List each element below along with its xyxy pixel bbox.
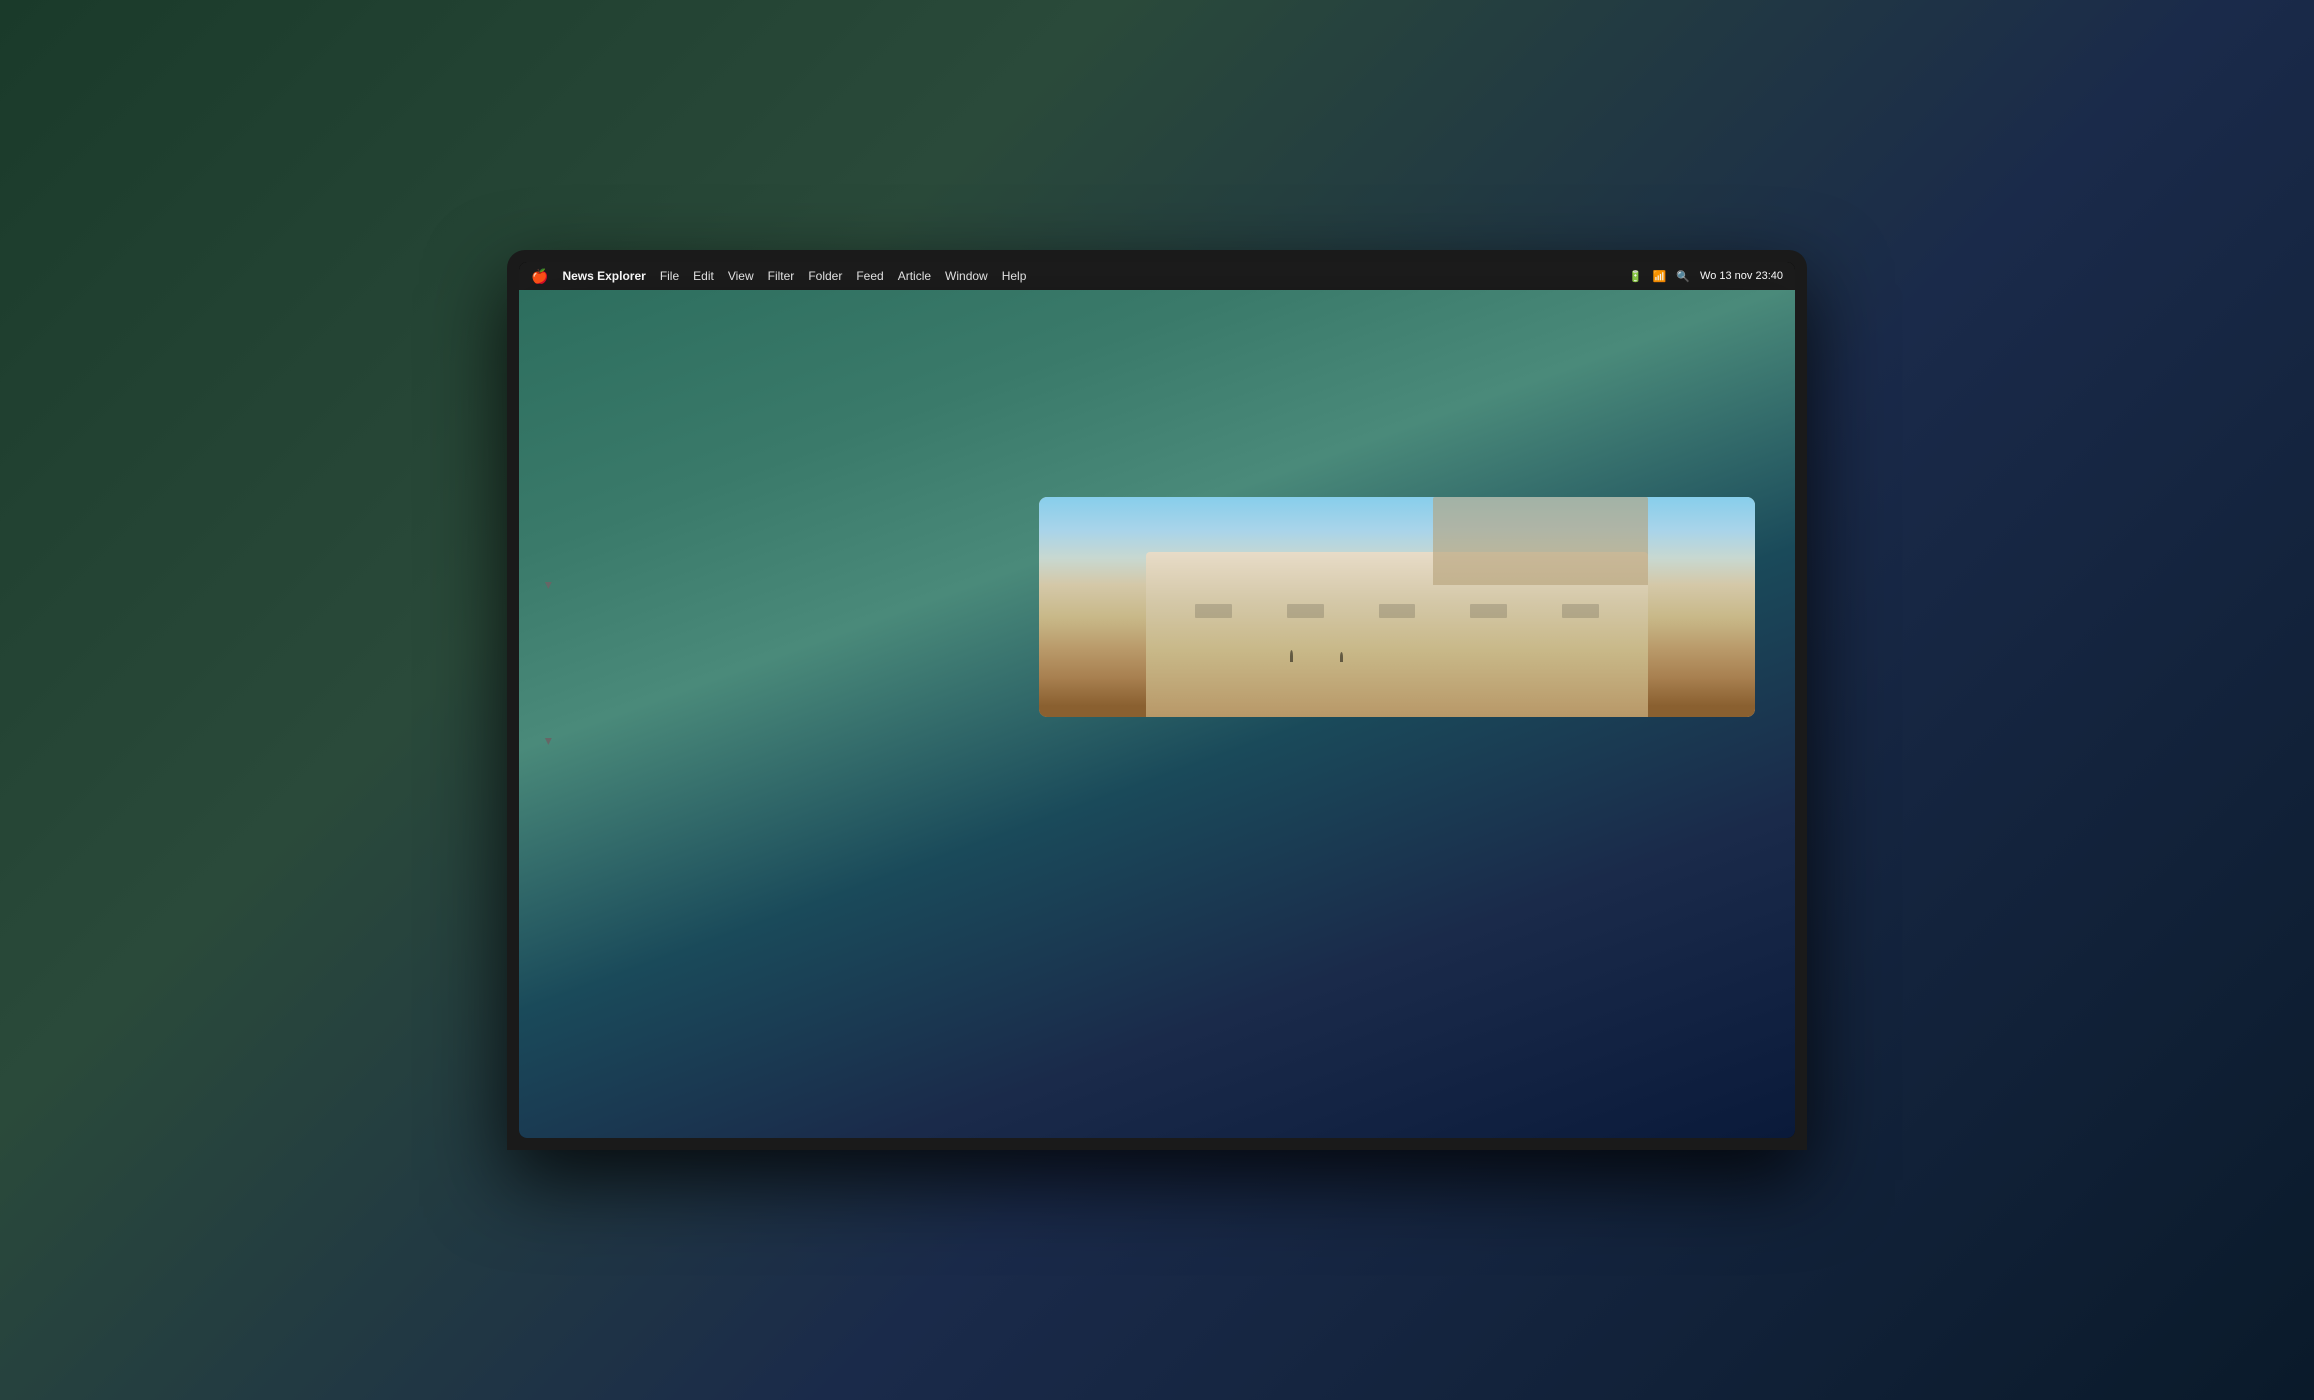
menubar-app-name[interactable]: News Explorer [562,269,645,283]
menubar-left: 🍎 News Explorer File Edit View Filter Fo… [531,268,1026,285]
menubar-feed[interactable]: Feed [856,269,883,283]
menubar-view[interactable]: View [728,269,754,283]
menubar-datetime: Wo 13 nov 23:40 [1700,270,1783,282]
battery-icon: 🔋 [1629,270,1643,283]
menubar-edit[interactable]: Edit [693,269,714,283]
laptop-outer: 🍎 News Explorer File Edit View Filter Fo… [507,250,1807,1150]
menubar-article[interactable]: Article [898,269,931,283]
hero-inner [1039,497,1755,717]
menubar-right: 🔋 📶 🔍 Wo 13 nov 23:40 [1629,270,1783,283]
menubar-help[interactable]: Help [1002,269,1027,283]
folder-arrow-dev: ▶ [543,738,554,745]
reader-hero-image [1039,497,1755,717]
menubar-filter[interactable]: Filter [768,269,795,283]
menubar: 🍎 News Explorer File Edit View Filter Fo… [519,262,1795,290]
wifi-icon: 📶 [1653,270,1667,283]
menubar-window[interactable]: Window [945,269,988,283]
app-container: ≡ ⊞ News Explorer Filters All Articles 1… [519,290,1795,1138]
laptop-screen: 🍎 News Explorer File Edit View Filter Fo… [519,262,1795,1138]
menubar-file[interactable]: File [660,269,679,283]
search-icon[interactable]: 🔍 [1676,270,1690,283]
folder-arrow-design: ▶ [543,582,554,589]
menubar-folder[interactable]: Folder [808,269,842,283]
apple-menu[interactable]: 🍎 [531,268,548,285]
